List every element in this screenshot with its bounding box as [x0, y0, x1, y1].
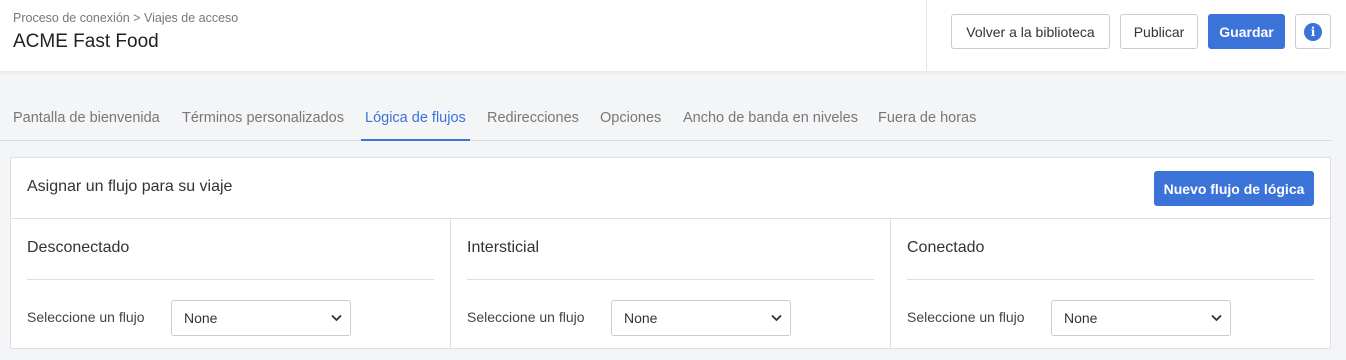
- divider: [27, 279, 434, 280]
- tab-flow-logic[interactable]: Lógica de flujos: [361, 96, 470, 141]
- chevron-down-icon: [331, 314, 342, 322]
- select-value: None: [1064, 310, 1098, 326]
- divider: [467, 279, 874, 280]
- select-value: None: [184, 310, 218, 326]
- page-title: ACME Fast Food: [13, 31, 159, 52]
- chevron-down-icon: [1211, 314, 1222, 322]
- select-label: Seleccione un flujo: [907, 309, 1025, 325]
- tab-after-hours[interactable]: Fuera de horas: [878, 96, 976, 141]
- select-label: Seleccione un flujo: [467, 309, 585, 325]
- column-connected: Conectado Seleccione un flujo None: [890, 219, 1330, 349]
- back-to-library-button[interactable]: Volver a la biblioteca: [951, 14, 1110, 49]
- column-title: Desconectado: [27, 239, 130, 256]
- flow-assignment-card: Asignar un flujo para su viaje Nuevo flu…: [10, 157, 1331, 349]
- breadcrumb: Proceso de conexión > Viajes de acceso: [13, 11, 239, 25]
- save-button[interactable]: Guardar: [1208, 14, 1285, 49]
- info-icon: i: [1304, 22, 1322, 41]
- card-header: Asignar un flujo para su viaje Nuevo flu…: [11, 158, 1330, 219]
- tab-welcome-screen[interactable]: Pantalla de bienvenida: [13, 96, 160, 141]
- divider: [907, 279, 1314, 280]
- tab-custom-terms[interactable]: Términos personalizados: [182, 96, 344, 141]
- select-value: None: [624, 310, 658, 326]
- column-title: Intersticial: [467, 239, 540, 256]
- tab-bar: Pantalla de bienvenida Términos personal…: [0, 96, 1331, 141]
- tab-redirects[interactable]: Redirecciones: [487, 96, 579, 141]
- flow-select-disconnected[interactable]: None: [171, 300, 351, 336]
- header-bar: Proceso de conexión > Viajes de acceso A…: [0, 0, 1346, 71]
- publish-button[interactable]: Publicar: [1120, 14, 1198, 49]
- column-disconnected: Desconectado Seleccione un flujo None: [11, 219, 450, 349]
- flow-select-connected[interactable]: None: [1051, 300, 1231, 336]
- select-label: Seleccione un flujo: [27, 309, 145, 325]
- column-title: Conectado: [907, 239, 985, 256]
- header-divider: [926, 0, 927, 71]
- new-logic-flow-button[interactable]: Nuevo flujo de lógica: [1154, 171, 1314, 206]
- info-button[interactable]: i: [1295, 14, 1331, 49]
- tab-options[interactable]: Opciones: [600, 96, 661, 141]
- column-interstitial: Intersticial Seleccione un flujo None: [450, 219, 890, 349]
- flow-select-interstitial[interactable]: None: [611, 300, 791, 336]
- tab-tiered-bandwidth[interactable]: Ancho de banda en niveles: [683, 96, 858, 141]
- chevron-down-icon: [771, 314, 782, 322]
- card-title: Asignar un flujo para su viaje: [27, 178, 233, 195]
